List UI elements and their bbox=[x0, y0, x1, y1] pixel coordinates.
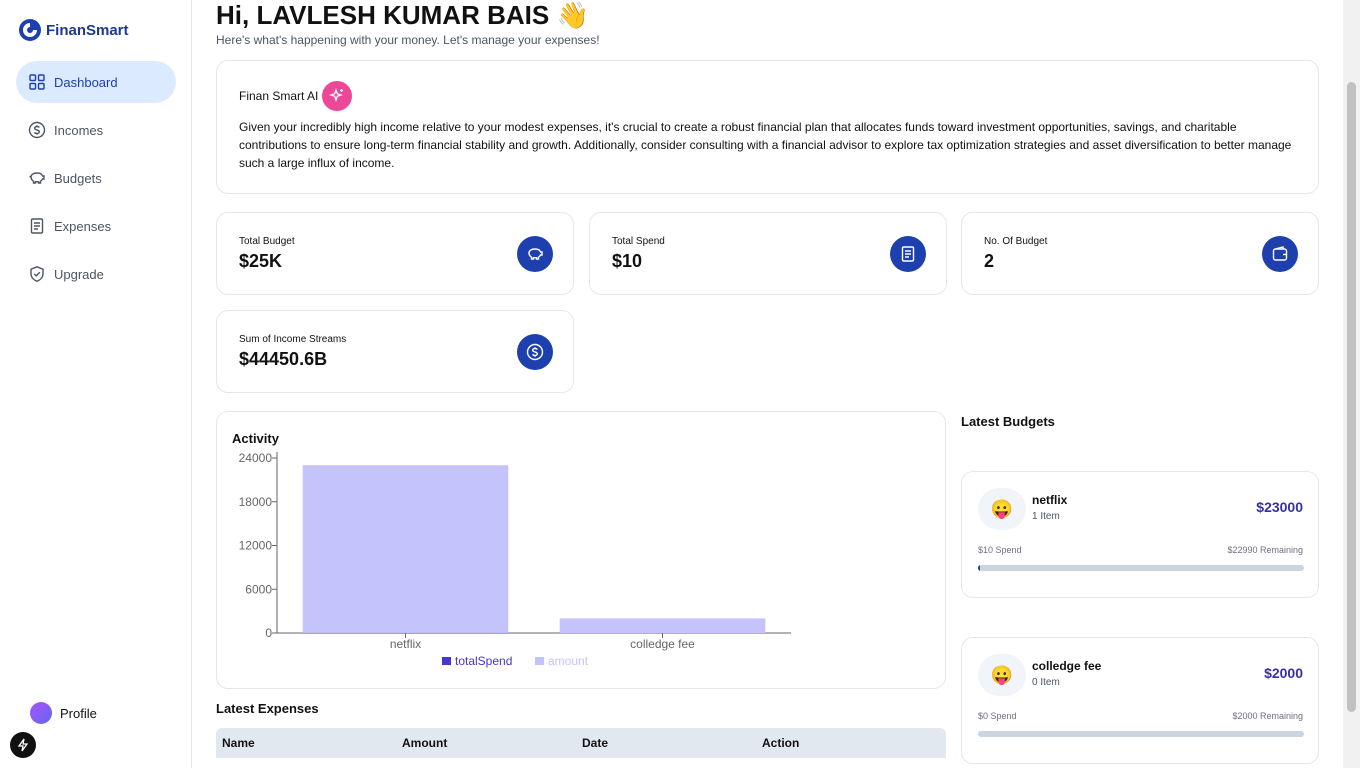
dev-tools-button[interactable] bbox=[10, 732, 36, 758]
dollar-circle-icon bbox=[526, 343, 544, 361]
budget-progress-fill bbox=[978, 565, 980, 571]
stat-label: Total Spend bbox=[612, 236, 665, 247]
budget-spend: $0 Spend bbox=[978, 711, 1017, 721]
y-tick-label: 0 bbox=[265, 626, 272, 640]
stat-card-total-spend: Total Spend $10 bbox=[589, 212, 947, 295]
budget-progress-bar bbox=[978, 731, 1304, 737]
ai-insight-title: Finan Smart AI bbox=[239, 89, 319, 103]
bar-amount bbox=[559, 618, 766, 633]
ai-insight-card: Finan Smart AI Given your incredibly hig… bbox=[216, 60, 1319, 194]
legend-swatch bbox=[442, 657, 451, 665]
budget-card-netflix[interactable]: 😛 netflix 1 Item $23000 $10 Spend $22990… bbox=[961, 471, 1319, 598]
budget-card-colledge-fee[interactable]: 😛 colledge fee 0 Item $2000 $0 Spend $20… bbox=[961, 637, 1319, 764]
y-tick-label: 12000 bbox=[239, 539, 273, 553]
stat-card-number-of-budgets: No. Of Budget 2 bbox=[961, 212, 1319, 295]
stat-card-income-streams: Sum of Income Streams $44450.6B bbox=[216, 310, 574, 393]
sidebar-nav: Dashboard Incomes Budgets Expenses Upgra… bbox=[16, 61, 176, 301]
wave-emoji: 👋 bbox=[556, 0, 589, 30]
sidebar-item-upgrade[interactable]: Upgrade bbox=[16, 253, 176, 295]
stat-value: $25K bbox=[239, 251, 283, 271]
ai-sparkle-badge bbox=[322, 81, 353, 111]
ai-insight-text: Given your incredibly high income relati… bbox=[239, 120, 1292, 170]
y-tick-label: 24000 bbox=[239, 451, 273, 465]
stat-value: $10 bbox=[612, 251, 643, 271]
piggy-bank-icon bbox=[29, 172, 45, 184]
sparkle-icon bbox=[329, 88, 344, 102]
scrollbar-thumb[interactable] bbox=[1347, 82, 1356, 712]
budget-item-count: 0 Item bbox=[1032, 677, 1060, 688]
stat-label: No. Of Budget bbox=[984, 236, 1048, 247]
budget-remaining: $2000 Remaining bbox=[1232, 711, 1303, 721]
budget-emoji: 😛 bbox=[978, 654, 1026, 696]
stat-icon-badge bbox=[1262, 236, 1298, 272]
legend-swatch bbox=[535, 657, 544, 665]
sidebar-item-label: Upgrade bbox=[54, 266, 104, 282]
sidebar-item-incomes[interactable]: Incomes bbox=[16, 109, 176, 151]
receipt-icon bbox=[901, 246, 915, 262]
page-title: Hi, LAVLESH KUMAR BAIS 👋 bbox=[216, 0, 589, 31]
app-logo[interactable]: FinanSmart bbox=[18, 18, 129, 42]
column-header-name: Name bbox=[222, 736, 255, 750]
x-tick-label: netflix bbox=[390, 637, 421, 651]
sidebar: FinanSmart Dashboard Incomes Budgets Exp… bbox=[0, 0, 192, 768]
ai-insight-header: Finan Smart AI bbox=[239, 81, 1296, 111]
stat-label: Sum of Income Streams bbox=[239, 334, 347, 345]
legend-label: totalSpend bbox=[455, 654, 512, 668]
budget-amount: $2000 bbox=[1264, 665, 1303, 681]
column-header-action: Action bbox=[762, 736, 800, 750]
y-tick-label: 18000 bbox=[239, 495, 273, 509]
dollar-circle-icon bbox=[28, 121, 46, 139]
stat-icon-badge bbox=[517, 236, 553, 272]
profile-button[interactable]: Profile bbox=[30, 702, 97, 724]
column-header-date: Date bbox=[582, 736, 609, 750]
expenses-table-header: Name Amount Date Action bbox=[216, 728, 946, 758]
legend-label: amount bbox=[548, 654, 589, 668]
stat-icon-badge bbox=[517, 334, 553, 370]
column-header-amount: Amount bbox=[402, 736, 448, 750]
budget-item-count: 1 Item bbox=[1032, 511, 1060, 522]
avatar bbox=[30, 702, 52, 724]
shield-check-icon bbox=[30, 266, 44, 282]
stat-card-total-budget: Total Budget $25K bbox=[216, 212, 574, 295]
sidebar-item-label: Expenses bbox=[54, 218, 112, 234]
dashboard-icon bbox=[29, 74, 45, 90]
page-subtitle: Here's what's happening with your money.… bbox=[216, 33, 600, 47]
stat-value: 2 bbox=[984, 251, 995, 271]
sidebar-item-label: Budgets bbox=[54, 170, 102, 186]
app-name: FinanSmart bbox=[46, 21, 129, 39]
budget-name: colledge fee bbox=[1032, 659, 1102, 673]
sidebar-item-label: Incomes bbox=[54, 122, 104, 138]
lightning-icon bbox=[17, 738, 29, 752]
stat-value: $44450.6B bbox=[239, 349, 328, 369]
greeting-text: Hi, LAVLESH KUMAR BAIS bbox=[216, 0, 550, 30]
budget-remaining: $22990 Remaining bbox=[1227, 545, 1303, 555]
sidebar-item-dashboard[interactable]: Dashboard bbox=[16, 61, 176, 103]
budget-spend: $10 Spend bbox=[978, 545, 1022, 555]
page-scrollbar[interactable] bbox=[1343, 0, 1360, 768]
budget-amount: $23000 bbox=[1256, 499, 1303, 515]
latest-budgets-title: Latest Budgets bbox=[961, 414, 1055, 429]
budget-progress-bar bbox=[978, 565, 1304, 571]
latest-expenses-title: Latest Expenses bbox=[216, 701, 319, 716]
budget-name: netflix bbox=[1032, 493, 1068, 507]
budget-emoji: 😛 bbox=[978, 488, 1026, 530]
logo-icon bbox=[19, 19, 41, 41]
bar-amount bbox=[302, 465, 509, 633]
stat-icon-badge bbox=[890, 236, 926, 272]
profile-label: Profile bbox=[60, 705, 97, 721]
activity-card: Activity 0 6000 12000 18000 24000 netflix coll… bbox=[216, 411, 946, 689]
sidebar-item-expenses[interactable]: Expenses bbox=[16, 205, 176, 247]
y-tick-label: 6000 bbox=[245, 582, 272, 596]
x-tick-label: colledge fee bbox=[630, 637, 695, 651]
activity-bar-chart: 0 6000 12000 18000 24000 netflix colledge fee t… bbox=[239, 451, 791, 668]
receipt-icon bbox=[30, 218, 44, 234]
sidebar-item-budgets[interactable]: Budgets bbox=[16, 157, 176, 199]
sidebar-item-label: Dashboard bbox=[54, 74, 118, 90]
stat-label: Total Budget bbox=[239, 236, 295, 247]
wallet-icon bbox=[1272, 246, 1288, 261]
piggy-bank-icon bbox=[528, 248, 543, 260]
